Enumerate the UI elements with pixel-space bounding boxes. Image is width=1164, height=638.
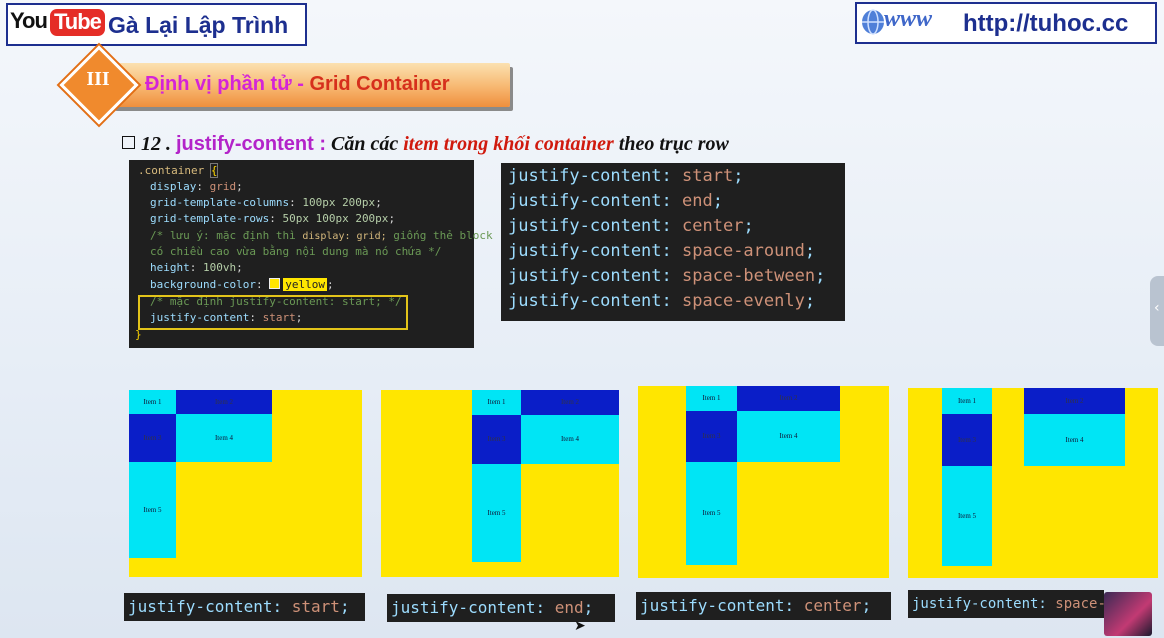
grid-demo-space-evenly: Item 1 Item 2 Item 3 Item 4 Item 5 xyxy=(908,388,1158,578)
value-line: justify-content: center; xyxy=(508,216,754,236)
grid-item-1: Item 1 xyxy=(686,386,737,411)
grid-item-4: Item 4 xyxy=(521,415,619,464)
globe-icon xyxy=(862,9,884,35)
grid-item-5: Item 5 xyxy=(942,466,992,566)
youtube-logo-you: You xyxy=(10,8,48,33)
highlight-box xyxy=(138,295,408,330)
value-line: justify-content: start; xyxy=(508,166,744,186)
site-url[interactable]: http://tuhoc.cc xyxy=(963,10,1128,38)
grid-item-3: Item 3 xyxy=(472,415,521,464)
section-title-part1: Định vị phần tử - xyxy=(145,73,310,95)
heading-number: 12 . xyxy=(141,133,176,155)
code-line: grid-template-rows: 50px 100px 200px; xyxy=(150,212,396,225)
value-line: justify-content: end; xyxy=(508,191,723,211)
code-line: height: 100vh; xyxy=(150,261,243,274)
grid-item-3: Item 3 xyxy=(942,414,992,466)
grid-item-1: Item 1 xyxy=(942,388,992,414)
heading-text1: Căn các xyxy=(326,133,404,155)
chevron-left-icon: ‹ xyxy=(1154,300,1160,316)
grid-item-2: Item 2 xyxy=(176,390,272,414)
heading-text2: theo trục row xyxy=(613,133,729,155)
grid-demo-center: Item 1 Item 2 Item 3 Item 4 Item 5 xyxy=(638,386,889,578)
caption-start: justify-content: start; xyxy=(124,593,365,621)
youtube-logo-tube: Tube xyxy=(50,9,105,36)
checkbox-bullet-icon xyxy=(122,136,135,149)
presenter-avatar xyxy=(1104,592,1152,636)
section-title: Định vị phần tử - Grid Container xyxy=(145,73,450,96)
slide-heading: 12 . justify-content : Căn các item tron… xyxy=(122,133,729,156)
caption-center: justify-content: center; xyxy=(636,592,891,620)
grid-item-4: Item 4 xyxy=(1024,414,1125,466)
grid-item-5: Item 5 xyxy=(472,464,521,562)
grid-demo-start: Item 1 Item 2 Item 3 Item 4 Item 5 xyxy=(129,390,362,577)
grid-item-3: Item 3 xyxy=(686,411,737,462)
value-line: justify-content: space-between; xyxy=(508,266,826,286)
color-swatch-icon xyxy=(269,278,281,289)
code-line: background-color: yellow; xyxy=(150,278,334,291)
grid-item-2: Item 2 xyxy=(737,386,840,411)
channel-name: Gà Lại Lập Trình xyxy=(108,12,289,38)
code-line: display: grid; xyxy=(150,180,243,193)
code-comment-line: /* lưu ý: mặc định thì display: grid; gi… xyxy=(150,229,493,242)
section-title-part2: Grid Container xyxy=(309,73,450,95)
heading-emphasis: item trong khối container xyxy=(403,133,614,155)
code-comment-line: có chiều cao vừa bằng nội dung mà nó chứ… xyxy=(150,245,442,258)
heading-property: justify-content : xyxy=(176,133,326,155)
grid-item-5: Item 5 xyxy=(686,462,737,565)
justify-values-panel: justify-content: start; justify-content:… xyxy=(501,163,845,321)
code-selector-line: .container { xyxy=(138,163,219,178)
grid-item-2: Item 2 xyxy=(1024,388,1125,414)
grid-item-1: Item 1 xyxy=(472,390,521,415)
grid-item-5: Item 5 xyxy=(129,462,176,558)
grid-demo-end: Item 1 Item 2 Item 3 Item 4 Item 5 xyxy=(381,390,619,577)
grid-item-3: Item 3 xyxy=(129,414,176,462)
caption-space-evenly: justify-content: space-ev xyxy=(908,590,1104,618)
section-number: III xyxy=(86,68,110,90)
grid-item-4: Item 4 xyxy=(176,414,272,462)
grid-item-1: Item 1 xyxy=(129,390,176,414)
grid-item-2: Item 2 xyxy=(521,390,619,415)
value-line: justify-content: space-around; xyxy=(508,241,816,261)
grid-item-4: Item 4 xyxy=(737,411,840,462)
code-line: grid-template-columns: 100px 200px; xyxy=(150,196,382,209)
www-logo: www xyxy=(884,6,933,32)
mouse-cursor-icon: ➤ xyxy=(574,618,586,634)
value-line: justify-content: space-evenly; xyxy=(508,291,816,311)
